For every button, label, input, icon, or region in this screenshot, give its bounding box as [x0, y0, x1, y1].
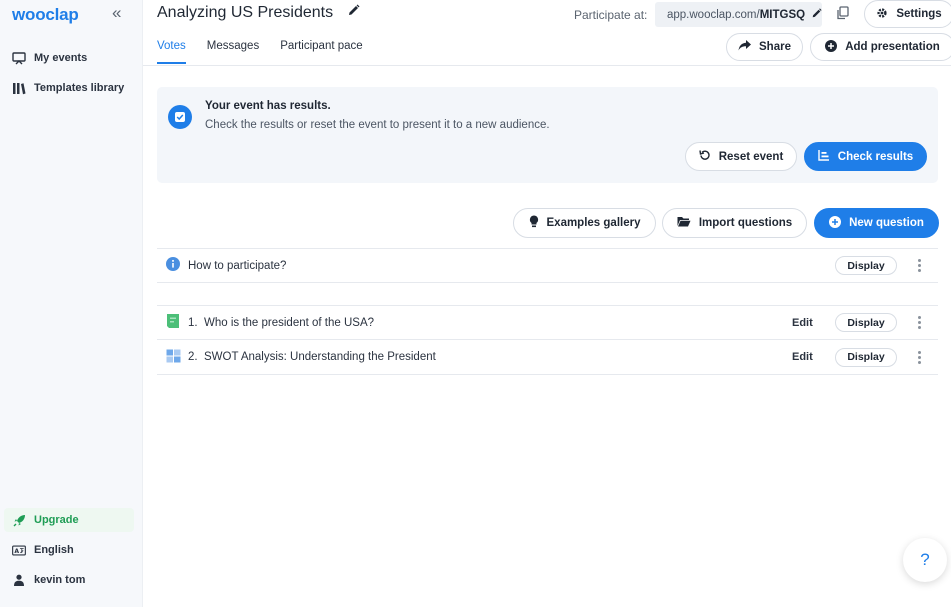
question-label: 2. SWOT Analysis: Understanding the Pres… — [188, 351, 436, 363]
how-to-participate-row[interactable]: How to participate? Display — [157, 248, 938, 283]
tab-participant-pace[interactable]: Participant pace — [280, 40, 362, 64]
row-label: How to participate? — [188, 259, 287, 272]
collapse-sidebar-button[interactable]: « — [112, 3, 121, 23]
sidebar-item-my-events[interactable]: My events — [12, 46, 87, 70]
question-row[interactable]: 2. SWOT Analysis: Understanding the Pres… — [157, 340, 938, 375]
url-text: app.wooclap.com/MITGSQ — [667, 8, 806, 21]
banner-title: Your event has results. — [205, 100, 331, 112]
rocket-icon — [12, 513, 26, 527]
sidebar: wooclap « My events Templates library Up… — [0, 0, 143, 607]
sidebar-item-label: English — [34, 544, 74, 556]
sidebar-item-user[interactable]: kevin tom — [12, 568, 85, 592]
lightbulb-icon — [529, 215, 539, 231]
sidebar-item-label: Templates library — [34, 82, 125, 94]
display-button[interactable]: Display — [835, 313, 897, 332]
display-button[interactable]: Display — [835, 256, 897, 275]
pencil-icon[interactable] — [811, 7, 822, 22]
event-tabs: Votes Messages Participant pace — [157, 40, 363, 64]
gear-icon — [876, 7, 888, 22]
question-row[interactable]: 1. Who is the president of the USA? Edit… — [157, 305, 938, 340]
sidebar-item-templates-library[interactable]: Templates library — [12, 76, 124, 100]
results-badge-icon — [168, 105, 192, 129]
header-divider — [143, 65, 951, 66]
more-options-icon[interactable] — [916, 316, 922, 329]
more-options-icon[interactable] — [916, 350, 922, 364]
info-icon — [166, 257, 180, 274]
svg-text:A: A — [14, 547, 19, 554]
plus-circle-icon — [825, 39, 838, 55]
new-question-button[interactable]: New question — [814, 208, 939, 238]
copy-icon[interactable] — [836, 6, 849, 23]
plus-circle-icon — [829, 215, 842, 231]
bar-chart-icon — [818, 149, 830, 164]
share-arrow-icon — [738, 40, 752, 54]
library-icon — [12, 81, 26, 95]
sidebar-item-label: kevin tom — [34, 574, 86, 586]
add-presentation-button[interactable]: Add presentation — [810, 33, 951, 61]
reset-event-button[interactable]: Reset event — [685, 142, 797, 171]
import-questions-button[interactable]: Import questions — [662, 208, 807, 238]
edit-button[interactable]: Edit — [792, 351, 813, 363]
help-button[interactable]: ? — [903, 538, 947, 582]
more-options-icon[interactable] — [916, 259, 922, 272]
folder-open-icon — [677, 216, 691, 230]
tab-votes[interactable]: Votes — [157, 40, 186, 64]
presentation-icon — [12, 51, 26, 65]
edit-button[interactable]: Edit — [792, 317, 813, 329]
banner-text: Check the results or reset the event to … — [205, 119, 550, 131]
swot-grid-icon — [166, 349, 181, 366]
sidebar-item-upgrade[interactable]: Upgrade — [4, 508, 134, 532]
sidebar-item-label: My events — [34, 52, 88, 64]
poll-question-icon — [166, 313, 180, 332]
event-title-container: Analyzing US Presidents — [157, 4, 360, 22]
pencil-icon[interactable] — [347, 4, 360, 22]
user-icon — [12, 573, 26, 587]
examples-gallery-button[interactable]: Examples gallery — [513, 208, 656, 238]
event-title: Analyzing US Presidents — [157, 4, 334, 21]
reset-icon — [699, 149, 711, 164]
language-icon: A — [12, 543, 26, 557]
share-button[interactable]: Share — [726, 33, 803, 61]
check-results-button[interactable]: Check results — [804, 142, 927, 171]
wooclap-logo[interactable]: wooclap — [12, 5, 79, 25]
sidebar-item-language[interactable]: A English — [12, 538, 74, 562]
settings-button[interactable]: Settings — [864, 0, 951, 28]
results-banner: Your event has results. Check the result… — [157, 87, 938, 183]
display-button[interactable]: Display — [835, 347, 897, 367]
tab-messages[interactable]: Messages — [207, 40, 259, 64]
participate-label: Participate at: — [574, 8, 648, 22]
participation-url-box[interactable]: app.wooclap.com/MITGSQ — [655, 2, 822, 27]
sidebar-item-label: Upgrade — [34, 514, 79, 526]
question-label: 1. Who is the president of the USA? — [188, 316, 375, 329]
